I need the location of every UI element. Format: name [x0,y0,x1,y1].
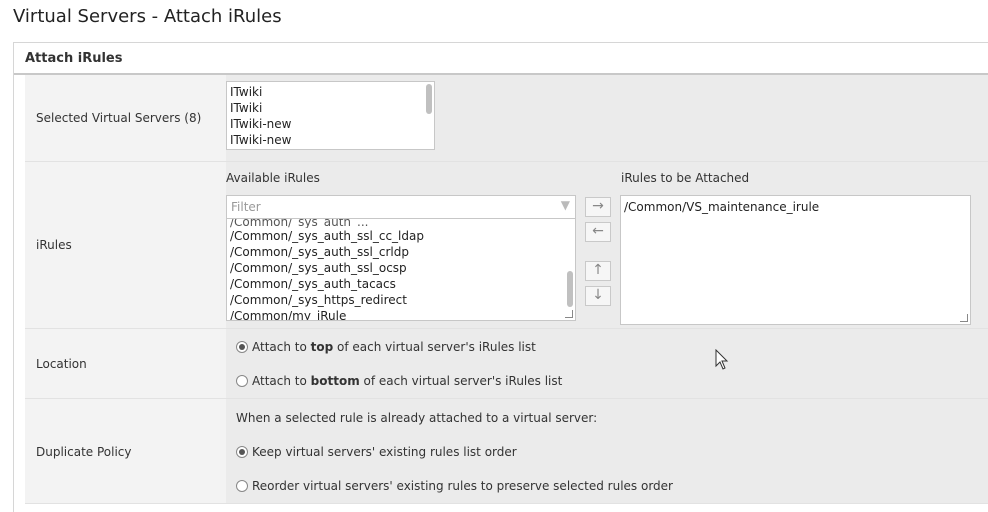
attach-irules-panel: Attach iRules Selected Virtual Servers (… [13,42,988,512]
selected-virtual-servers-list[interactable]: ITwiki ITwiki ITwiki-new ITwiki-new [226,81,435,150]
page-title: Virtual Servers - Attach iRules [13,6,282,27]
location-label: Location [36,357,87,371]
duplicate-policy-row: Duplicate Policy When a selected rule is… [25,399,988,504]
filter-icon[interactable]: ▼ [561,198,570,212]
duplicate-policy-description: When a selected rule is already attached… [236,411,598,425]
selected-virtual-servers-label: Selected Virtual Servers (8) [36,111,202,125]
list-item[interactable]: ITwiki [227,100,434,116]
list-item[interactable]: /Common/VS_maintenance_irule [621,199,970,215]
arrow-left-icon[interactable]: ← [585,222,611,242]
list-item[interactable]: /Common/_sys_auth_... [227,219,575,228]
filter-placeholder: Filter [231,200,261,214]
selected-virtual-servers-row: Selected Virtual Servers (8) ITwiki ITwi… [25,75,988,162]
resize-handle[interactable] [565,310,573,318]
section-header: Attach iRules [14,43,988,75]
list-item[interactable]: /Common/_sys_auth_tacacs [227,276,575,292]
filter-input[interactable]: Filter ▼ [226,195,576,219]
irules-row: iRules Available iRules Filter ▼ /Common… [25,162,988,329]
list-item[interactable]: /Common/my_iRule [227,308,575,320]
list-item[interactable]: /Common/_sys_auth_ssl_cc_ldap [227,228,575,244]
list-item[interactable]: ITwiki [227,84,434,100]
list-item[interactable]: ITwiki-new [227,132,434,148]
mouse-cursor-icon [715,349,729,370]
irules-to-be-attached-label: iRules to be Attached [621,171,750,185]
arrow-down-icon[interactable]: ↓ [585,286,611,306]
radio-checked-icon[interactable] [236,446,248,458]
list-item[interactable]: /Common/_sys_auth_ssl_ocsp [227,260,575,276]
scrollbar[interactable] [426,84,432,114]
irules-label: iRules [36,238,72,252]
list-item[interactable]: ITwiki-new [227,116,434,132]
section-title: Attach iRules [25,51,123,66]
available-irules-label: Available iRules [226,171,320,185]
list-item[interactable]: /Common/_sys_https_redirect [227,292,575,308]
radio-checked-icon[interactable] [236,341,248,353]
radio-unchecked-icon[interactable] [236,480,248,492]
irules-to-be-attached-list[interactable]: /Common/VS_maintenance_irule [620,195,971,325]
location-row: Location Attach to top of each virtual s… [25,329,988,399]
available-irules-list[interactable]: /Common/_sys_auth_... /Common/_sys_auth_… [226,218,576,321]
duplicate-policy-label: Duplicate Policy [36,445,132,459]
arrow-right-icon[interactable]: → [585,197,611,217]
radio-unchecked-icon[interactable] [236,375,248,387]
arrow-up-icon[interactable]: ↑ [585,261,611,281]
resize-handle[interactable] [960,314,968,322]
scrollbar[interactable] [567,271,573,307]
list-item[interactable]: /Common/_sys_auth_ssl_crldp [227,244,575,260]
